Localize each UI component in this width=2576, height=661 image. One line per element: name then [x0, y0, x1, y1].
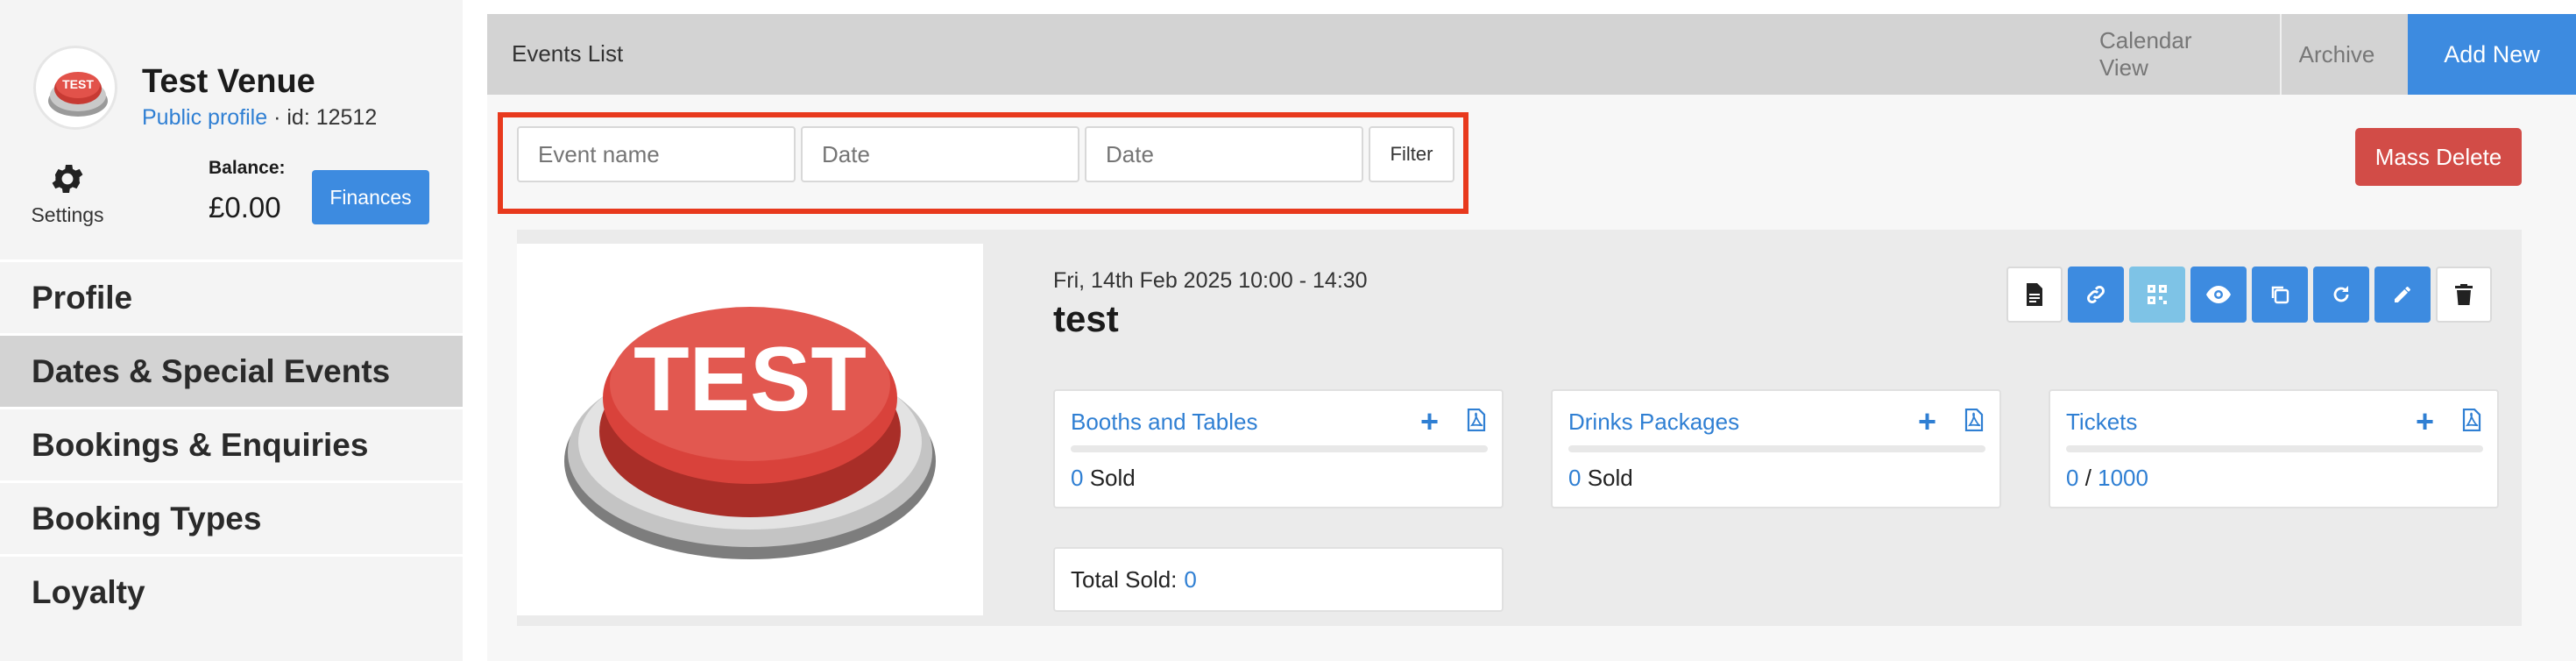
event-image-text: TEST — [633, 329, 867, 430]
venue-id: · id: 12512 — [267, 105, 378, 130]
tickets-sold: 0 / 1000 — [2066, 465, 2148, 492]
drinks-progress-bar — [1568, 445, 1985, 452]
refresh-icon — [2333, 286, 2349, 302]
sidebar: TEST Test Venue Public profile · id: 125… — [0, 0, 463, 661]
booths-sold-suffix: Sold — [1083, 465, 1136, 491]
tab-calendar-view[interactable]: Calendar View — [2099, 14, 2240, 95]
settings-button[interactable]: Settings — [30, 160, 105, 227]
delete-button[interactable] — [2436, 267, 2492, 323]
pencil-icon — [2395, 287, 2410, 302]
booths-sold: 0 Sold — [1071, 465, 1136, 492]
drinks-sold-suffix: Sold — [1581, 465, 1633, 491]
tickets-panel: Tickets + 0 / 1000 — [2049, 389, 2499, 508]
booths-sold-count[interactable]: 0 — [1071, 465, 1083, 491]
add-ticket-plus-icon[interactable]: + — [2416, 403, 2434, 440]
drinks-packages-link[interactable]: Drinks Packages — [1568, 409, 1739, 436]
avatar: TEST — [33, 46, 117, 130]
gear-icon — [52, 165, 83, 193]
view-button[interactable] — [2190, 267, 2247, 323]
link-icon — [2087, 286, 2105, 303]
date-from-input[interactable] — [801, 126, 1079, 182]
tab-archive[interactable]: Archive — [2282, 14, 2392, 95]
balance-label: Balance: — [209, 158, 286, 178]
copy-icon — [2271, 286, 2289, 304]
venue-name: Test Venue — [142, 63, 315, 100]
event-name: test — [1053, 298, 1119, 339]
tickets-total[interactable]: 1000 — [2098, 465, 2148, 491]
total-sold-label: Total Sold: — [1071, 565, 1178, 593]
edit-button[interactable] — [2374, 267, 2431, 323]
add-new-button[interactable]: Add New — [2408, 14, 2576, 95]
filter-button[interactable]: Filter — [1369, 126, 1454, 182]
sidebar-item-bookings-enquiries[interactable]: Bookings & Enquiries — [0, 407, 463, 480]
date-to-input[interactable] — [1085, 126, 1363, 182]
total-sold-value[interactable]: 0 — [1184, 566, 1196, 593]
tickets-pdf-icon[interactable] — [2462, 408, 2481, 436]
tickets-separator: / — [2078, 465, 2098, 491]
add-drinks-plus-icon[interactable]: + — [1918, 403, 1936, 440]
drinks-sold-count[interactable]: 0 — [1568, 465, 1581, 491]
event-actions — [2006, 267, 2497, 323]
drinks-sold: 0 Sold — [1568, 465, 1633, 492]
events-header: Events List Calendar View Archive Add Ne… — [487, 14, 2576, 95]
venue-header: TEST — [33, 46, 117, 130]
settings-label: Settings — [31, 203, 104, 226]
add-booth-plus-icon[interactable]: + — [1420, 403, 1439, 440]
booths-tables-panel: Booths and Tables + 0 Sold — [1053, 389, 1504, 508]
drinks-packages-panel: Drinks Packages + 0 Sold — [1551, 389, 2001, 508]
drinks-pdf-icon[interactable] — [1964, 408, 1984, 436]
main-content: Events List Calendar View Archive Add Ne… — [487, 14, 2576, 661]
page-title: Events List — [512, 40, 624, 67]
total-sold-panel: Total Sold: 0 — [1053, 547, 1504, 612]
app: TEST Test Venue Public profile · id: 125… — [0, 0, 2576, 661]
event-card: TEST Fri, 14th Feb 2025 10:00 - 14:30 te… — [517, 230, 2522, 626]
sidebar-item-profile[interactable]: Profile — [0, 259, 463, 333]
booths-tables-link[interactable]: Booths and Tables — [1071, 409, 1257, 436]
sidebar-item-dates-special-events[interactable]: Dates & Special Events — [0, 333, 463, 407]
booths-progress-bar — [1071, 445, 1488, 452]
sidebar-item-booking-types[interactable]: Booking Types — [0, 480, 463, 554]
public-profile-link[interactable]: Public profile — [142, 105, 267, 130]
booths-pdf-icon[interactable] — [1467, 408, 1486, 436]
qr-code-button[interactable] — [2129, 267, 2185, 323]
document-icon — [2027, 283, 2042, 306]
event-date: Fri, 14th Feb 2025 10:00 - 14:30 — [1053, 268, 1368, 293]
duplicate-button[interactable] — [2252, 267, 2308, 323]
event-image[interactable]: TEST — [517, 244, 983, 615]
event-name-input[interactable] — [517, 126, 796, 182]
refresh-button[interactable] — [2313, 267, 2369, 323]
balance-value: £0.00 — [209, 191, 281, 224]
finances-button[interactable]: Finances — [312, 170, 429, 224]
mass-delete-button[interactable]: Mass Delete — [2355, 128, 2522, 186]
tickets-link[interactable]: Tickets — [2066, 409, 2137, 436]
tickets-progress-bar — [2066, 445, 2483, 452]
qr-code-icon — [2148, 285, 2167, 304]
link-button[interactable] — [2068, 267, 2124, 323]
eye-icon — [2206, 286, 2231, 303]
sidebar-item-loyalty[interactable]: Loyalty — [0, 554, 463, 628]
sidebar-nav: Profile Dates & Special Events Bookings … — [0, 259, 463, 628]
document-button[interactable] — [2006, 267, 2063, 323]
trash-icon — [2455, 284, 2473, 305]
tickets-sold-count[interactable]: 0 — [2066, 465, 2078, 491]
avatar-text: TEST — [62, 77, 94, 91]
venue-subline: Public profile · id: 12512 — [142, 105, 377, 131]
